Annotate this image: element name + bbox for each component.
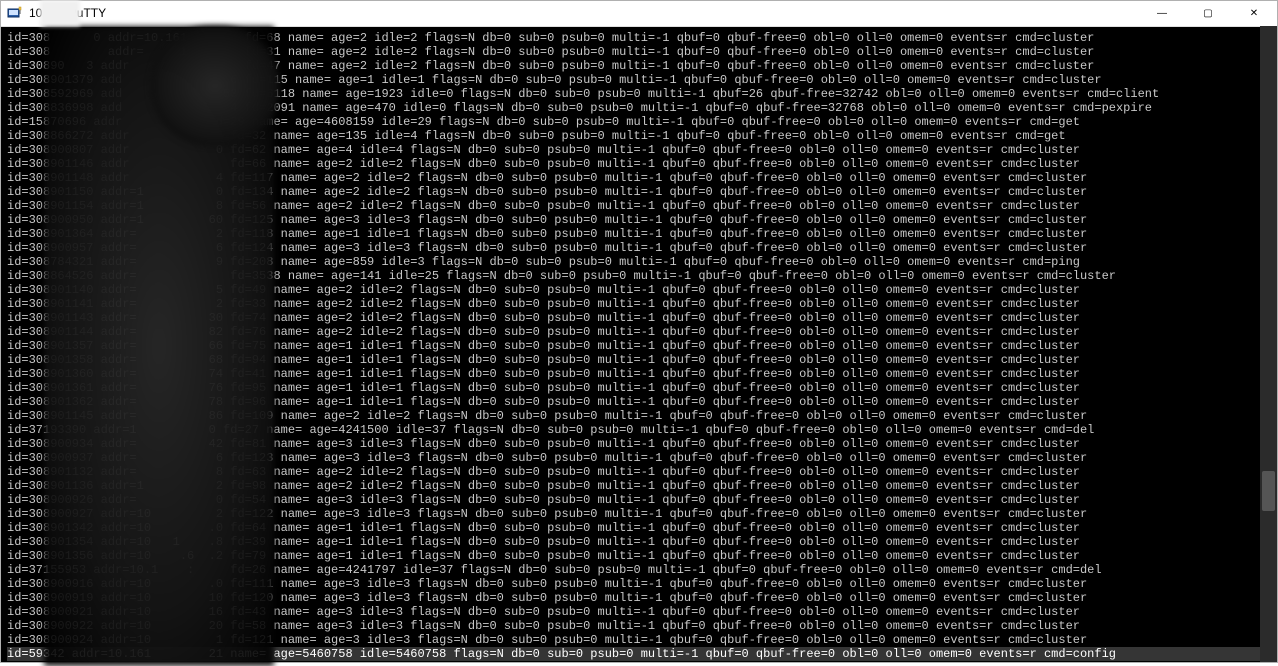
terminal-line: id=308901148 addr 4 fd=117 name= age=2 i… [7,171,1271,185]
terminal-line: id=308901361 addr= 76 fd=95 name= age=1 … [7,381,1271,395]
terminal-line: id=308901140 addr= 5 fd=49 name= age=2 i… [7,283,1271,297]
close-button[interactable]: ✕ [1231,1,1277,26]
terminal-line: id=308901364 addr= 2 fd=118 name= age=1 … [7,227,1271,241]
terminal-line: id=308784321 addr= 9 fd=208 name= age=85… [7,255,1271,269]
terminal-line: id=308901141 addr= 2 fd=33 name= age=2 i… [7,297,1271,311]
window-controls: — ▢ ✕ [1139,1,1277,26]
terminal-line: id=30890 3 addr fd=47 name= age=2 idle=2… [7,59,1271,73]
terminal-line: id=15870696 addr fd=29 name= age=4608159… [7,115,1271,129]
terminal-line: id=308901379 add 6 fd=115 name= age=1 id… [7,73,1271,87]
terminal-line: id=308900916 addr=10 .0 fd=111 name= age… [7,577,1271,591]
putty-window: 10 11 - PuTTY — ▢ ✕ id=308 0 addr=10.161… [0,0,1278,663]
terminal-line: id=308901354 addr=10 1 .8 fd=39 name= ag… [7,535,1271,549]
terminal-line: id=308900926 addr= 0 fd=54 name= age=3 i… [7,493,1271,507]
terminal-line: id=308901342 addr=10 .0 fd=64 name= age=… [7,521,1271,535]
terminal-line: id=308866272 addr fd=32 name= age=135 id… [7,129,1271,143]
terminal-line: id=308864526 addr= fd=3538 name= age=141… [7,269,1271,283]
scroll-thumb[interactable] [1262,471,1275,511]
terminal-line: id=308901360 addr= 74 fd=41 name= age=1 … [7,367,1271,381]
terminal-line: id=308901358 addr= 68 fd=94 name= age=1 … [7,353,1271,367]
window-title: 10 11 - PuTTY [29,6,106,20]
terminal-line: id=308836998 add 4 fd=2091 name= age=470… [7,101,1271,115]
terminal-line: id=308901144 addr= 82 fd=76 name= age=2 … [7,325,1271,339]
terminal-line: id=308901145 addr= 86 fd=109 name= age=2… [7,409,1271,423]
terminal-line: id=308901150 addr=1 0 fd=134 name= age=2… [7,185,1271,199]
terminal-line: id=308 addr= 1 fd=31 name= age=2 idle=2 … [7,45,1271,59]
terminal-line: id=308900922 addr=10 20 fd=58 name= age=… [7,619,1271,633]
putty-icon [7,5,23,21]
terminal-line: id=308900927 addr=10 2 fd=122 name= age=… [7,507,1271,521]
terminal-line: id=308901357 addr= 66 fd=75 name= age=1 … [7,339,1271,353]
terminal-line: id=308901356 addr=10 .6 .2 fd=79 name= a… [7,549,1271,563]
terminal-line: id=308900924 addr=10 1 fd=121 name= age=… [7,633,1271,647]
terminal-line: id=59342 addr=10.161 21 name= age=546075… [7,647,1271,661]
maximize-button[interactable]: ▢ [1185,1,1231,26]
terminal-line: id=308901146 addr fd=66 name= age=2 idle… [7,157,1271,171]
terminal-line: id=37155953 addr=10.1 : fd=26 name= age=… [7,563,1271,577]
terminal-line: id=308901362 addr= 78 fd=96 name= age=1 … [7,395,1271,409]
vertical-scrollbar[interactable] [1260,26,1277,662]
terminal-line: id=308900919 addr=10 10 fd=120 name= age… [7,591,1271,605]
terminal-line: id=308901132 addr= 8 fd=63 name= age=2 i… [7,465,1271,479]
terminal-line: id=308900807 addr 0 fd=62 name= age=4 id… [7,143,1271,157]
titlebar[interactable]: 10 11 - PuTTY — ▢ ✕ [1,1,1277,27]
terminal-line: id=308900957 addr= 6 fd=124 name= age=3 … [7,241,1271,255]
terminal-line: id=308592969 add 53 fd=6118 name= age=19… [7,87,1271,101]
terminal-line: id=308900937 addr= 6 fd=123 name= age=3 … [7,451,1271,465]
terminal-line: id=308900921 addr=10 16 fd=43 name= age=… [7,605,1271,619]
terminal-line: id=308901154 addr=1 8 fd=56 name= age=2 … [7,199,1271,213]
minimize-button[interactable]: — [1139,1,1185,26]
terminal-line: id=308901136 addr=1 2 fd=98 name= age=2 … [7,479,1271,493]
terminal-line: id=308900950 addr=1 60 fd=125 name= age=… [7,213,1271,227]
terminal-line: id=308901143 addr= 30 fd=74 name= age=2 … [7,311,1271,325]
terminal-line: id=308900934 addr= 42 fd=81 name= age=3 … [7,437,1271,451]
terminal-line: id=308 0 addr=10.161 fd=68 name= age=2 i… [7,31,1271,45]
terminal-output[interactable]: id=308 0 addr=10.161 fd=68 name= age=2 i… [1,27,1277,662]
terminal-line: id=37193390 addr=1 0 fd=27 name= age=424… [7,423,1271,437]
